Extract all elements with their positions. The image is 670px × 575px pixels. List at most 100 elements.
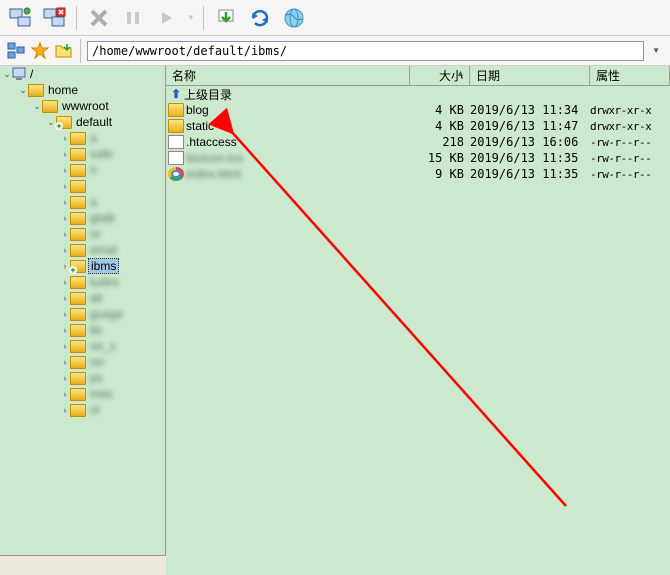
file-date: 2019/6/13 11:47 [470, 119, 590, 133]
folder-icon [70, 260, 86, 273]
tree-root-label: / [28, 67, 35, 81]
chrome-icon [168, 167, 184, 181]
folder-icon [168, 103, 184, 117]
column-date-header[interactable]: 日期 [470, 66, 590, 85]
tree-node[interactable]: ›ile [0, 322, 165, 338]
folder-icon [56, 116, 72, 129]
tree-label: gtalk [88, 211, 117, 225]
column-name-header[interactable]: 名称 [166, 66, 410, 85]
file-name: static [186, 119, 214, 133]
play-icon[interactable] [153, 4, 181, 32]
file-row[interactable]: index.html9 KB2019/6/13 11:35-rw-r--r-- [166, 166, 670, 182]
tree-node[interactable]: ›ibms [0, 258, 165, 274]
expand-icon[interactable]: › [60, 197, 70, 207]
expand-icon[interactable]: ⌄ [32, 101, 42, 111]
tree-node[interactable]: ⌄wwwroot [0, 98, 165, 114]
tree-label: on_s [88, 339, 118, 353]
tree-node[interactable]: › on_s [0, 338, 165, 354]
bookmark-star-icon[interactable] [30, 41, 50, 61]
expand-icon[interactable]: › [60, 165, 70, 175]
expand-icon[interactable]: › [60, 293, 70, 303]
tree-node[interactable]: ›a [0, 194, 165, 210]
file-size: 4 KB [410, 119, 470, 133]
up-arrow-icon: ⬆ [168, 87, 184, 101]
expand-icon[interactable]: › [60, 309, 70, 319]
file-row[interactable]: blog4 KB2019/6/13 11:34drwxr-xr-x [166, 102, 670, 118]
tree-node[interactable]: ›a [0, 130, 165, 146]
file-date: 2019/6/13 11:35 [470, 151, 590, 165]
expand-icon[interactable]: › [60, 229, 70, 239]
expand-icon[interactable]: › [60, 245, 70, 255]
tree-node[interactable]: › ludes [0, 274, 165, 290]
folder-icon [70, 324, 86, 337]
tree-label: ludes [88, 275, 121, 289]
column-headers: 名称 大小 日期 属性 ▲ [166, 66, 670, 86]
folder-icon [168, 119, 184, 133]
cancel-icon[interactable] [85, 4, 113, 32]
expand-icon[interactable]: › [60, 341, 70, 351]
tree-node[interactable]: ›safe [0, 146, 165, 162]
parent-dir-row[interactable]: ⬆ 上级目录 [166, 86, 670, 102]
folder-icon [70, 196, 86, 209]
file-list-panel: 名称 大小 日期 属性 ▲ ⬆ 上级目录 blog4 KB2019/6/13 1… [166, 66, 670, 575]
expand-icon[interactable]: › [60, 133, 70, 143]
expand-icon[interactable]: › [60, 357, 70, 367]
expand-icon[interactable]: ⌄ [2, 69, 12, 79]
tree-label: a [88, 195, 99, 209]
tree-node[interactable]: ⌄default [0, 114, 165, 130]
tree-node[interactable]: ›re [0, 226, 165, 242]
tree-node[interactable]: › guage [0, 306, 165, 322]
expand-icon[interactable]: › [60, 405, 70, 415]
main-toolbar: ▼ [0, 0, 670, 36]
path-dropdown-icon[interactable]: ▼ [648, 46, 664, 55]
sync-down-icon[interactable] [212, 4, 240, 32]
globe-icon[interactable] [280, 4, 308, 32]
folder-icon [70, 404, 86, 417]
connect-icon[interactable] [6, 4, 34, 32]
tree-node[interactable]: ›rer [0, 354, 165, 370]
expand-icon[interactable]: › [60, 277, 70, 287]
refresh-icon[interactable] [246, 4, 274, 32]
tree-label: ibms [88, 258, 119, 274]
expand-icon[interactable]: › [60, 181, 70, 191]
play-dropdown-icon[interactable]: ▼ [187, 13, 195, 22]
disconnect-icon[interactable] [40, 4, 68, 32]
expand-icon[interactable]: › [60, 213, 70, 223]
tree-node[interactable]: ›n [0, 162, 165, 178]
folder-icon [70, 228, 86, 241]
path-input[interactable] [87, 41, 644, 61]
tree-expand-icon[interactable] [6, 41, 26, 61]
folder-icon [70, 356, 86, 369]
column-attr-header[interactable]: 属性 [590, 66, 670, 85]
tree-node[interactable]: ⌄home [0, 82, 165, 98]
tree-label: guage [88, 307, 125, 321]
file-row[interactable]: static4 KB2019/6/13 11:47drwxr-xr-x [166, 118, 670, 134]
file-attr: drwxr-xr-x [590, 104, 670, 117]
file-icon [168, 135, 184, 149]
tree-node[interactable]: › nl [0, 402, 165, 418]
folder-icon [28, 84, 44, 97]
folder-icon [70, 388, 86, 401]
tree-node[interactable]: › [0, 178, 165, 194]
expand-icon[interactable]: › [60, 389, 70, 399]
tree-node[interactable]: ›mes [0, 386, 165, 402]
expand-icon[interactable]: ⌄ [18, 85, 28, 95]
expand-icon[interactable]: › [60, 373, 70, 383]
computer-icon [12, 67, 28, 81]
tree-node[interactable]: ›all [0, 290, 165, 306]
file-row[interactable]: .htaccess2182019/6/13 16:06-rw-r--r-- [166, 134, 670, 150]
open-folder-icon[interactable] [54, 41, 74, 61]
file-name: favicon.ico [186, 151, 243, 165]
file-row[interactable]: favicon.ico15 KB2019/6/13 11:35-rw-r--r-… [166, 150, 670, 166]
main-area: ⌄ / ⌄home⌄wwwroot⌄default›a›safe›n››a›gt… [0, 66, 670, 575]
pause-icon[interactable] [119, 4, 147, 32]
tree-node[interactable]: › gtalk [0, 210, 165, 226]
file-date: 2019/6/13 16:06 [470, 135, 590, 149]
tree-root[interactable]: ⌄ / [0, 66, 165, 82]
expand-icon[interactable]: › [60, 149, 70, 159]
tree-label: nl [88, 403, 101, 417]
expand-icon[interactable]: › [60, 325, 70, 335]
tree-node[interactable]: ›ernal [0, 242, 165, 258]
file-size: 4 KB [410, 103, 470, 117]
tree-node[interactable]: ›ps [0, 370, 165, 386]
